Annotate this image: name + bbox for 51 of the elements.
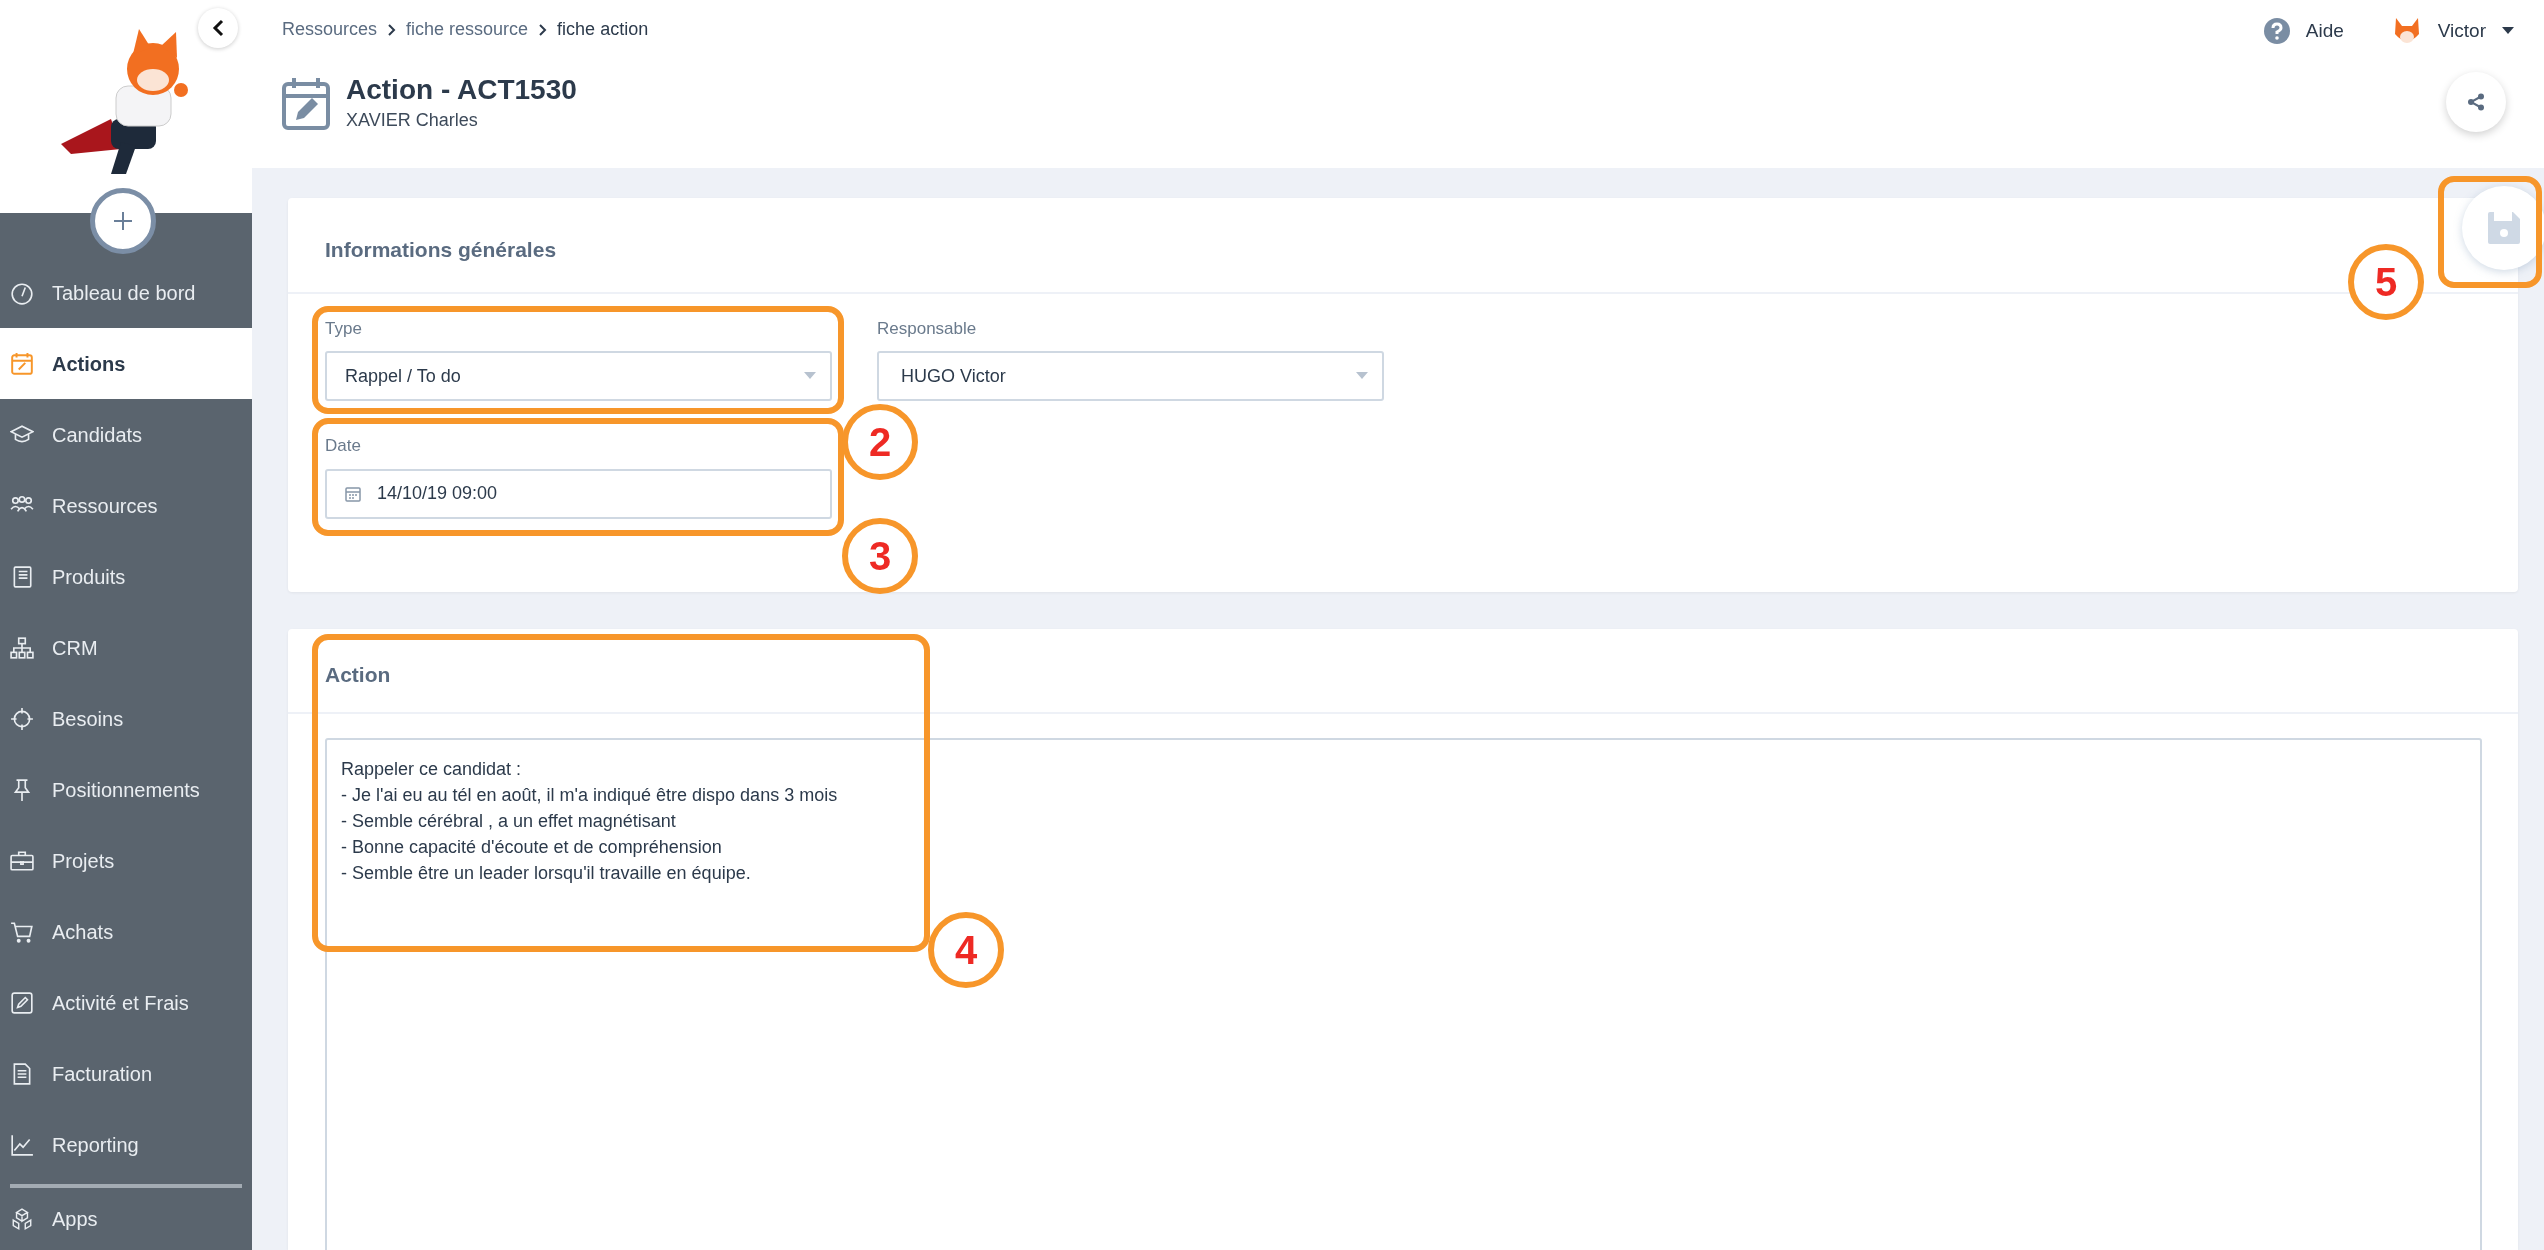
save-icon [2486,210,2522,246]
calendar-icon [345,485,361,502]
field-label: Date [325,435,361,457]
plus-icon [113,211,133,231]
sidebar-item[interactable]: Achats [0,896,252,967]
sidebar-item[interactable]: Positionnements [0,754,252,825]
menu-icon [10,919,34,944]
menu-icon [10,848,34,873]
sidebar-item[interactable]: Activité et Frais [0,967,252,1038]
sidebar-item[interactable]: Candidats [0,399,252,470]
sidebar-item[interactable]: Projets [0,825,252,896]
sidebar-item[interactable]: Besoins [0,683,252,754]
calendar-edit-icon [282,76,330,131]
user-menu[interactable]: Victor [2391,16,2514,46]
breadcrumb-link[interactable]: fiche ressource [406,16,529,43]
sidebar-item[interactable]: Ressources [0,470,252,541]
page-title: Action - ACT1530 [346,73,577,107]
chevron-left-icon [211,19,225,37]
field-label: Responsable [877,317,977,340]
menu-icon [10,280,34,305]
sidebar-item[interactable]: Facturation [0,1038,252,1109]
menu-icon [10,351,34,376]
field-label: Type [325,317,362,340]
help-icon [2263,18,2290,44]
share-button[interactable] [2446,72,2506,132]
sidebar-item[interactable]: Tableau de bord [0,257,252,328]
caret-icon [1356,372,1368,380]
sidebar-item[interactable]: Actions [0,328,252,399]
caret-icon [2502,27,2514,35]
sidebar-item[interactable]: Apps [0,1188,252,1250]
sidebar-item[interactable]: Reporting [0,1109,252,1180]
collapse-button[interactable] [198,8,238,48]
menu-icon [10,1132,34,1157]
help-link[interactable]: Aide [2263,16,2344,46]
chevron-right-icon [387,22,397,37]
chevron-right-icon [538,22,548,37]
share-icon [2467,93,2485,111]
sidebar-item[interactable]: Produits [0,541,252,612]
responsable-select[interactable]: HUGO Victor [877,351,1384,401]
page-subtitle: XAVIER Charles [346,108,479,132]
date-field[interactable]: 14/10/19 09:00 [325,468,832,519]
menu-icon [10,635,34,660]
breadcrumb-current: fiche action [557,18,649,41]
caret-icon [804,372,816,380]
section-title: Action [288,628,2518,714]
type-select[interactable]: Rappel / To do [325,351,832,401]
menu-icon [10,706,34,731]
menu-icon [10,990,34,1015]
menu-icon [10,1207,34,1231]
sidebar-item[interactable]: CRM [0,612,252,683]
breadcrumb-link[interactable]: Ressources [282,16,378,43]
